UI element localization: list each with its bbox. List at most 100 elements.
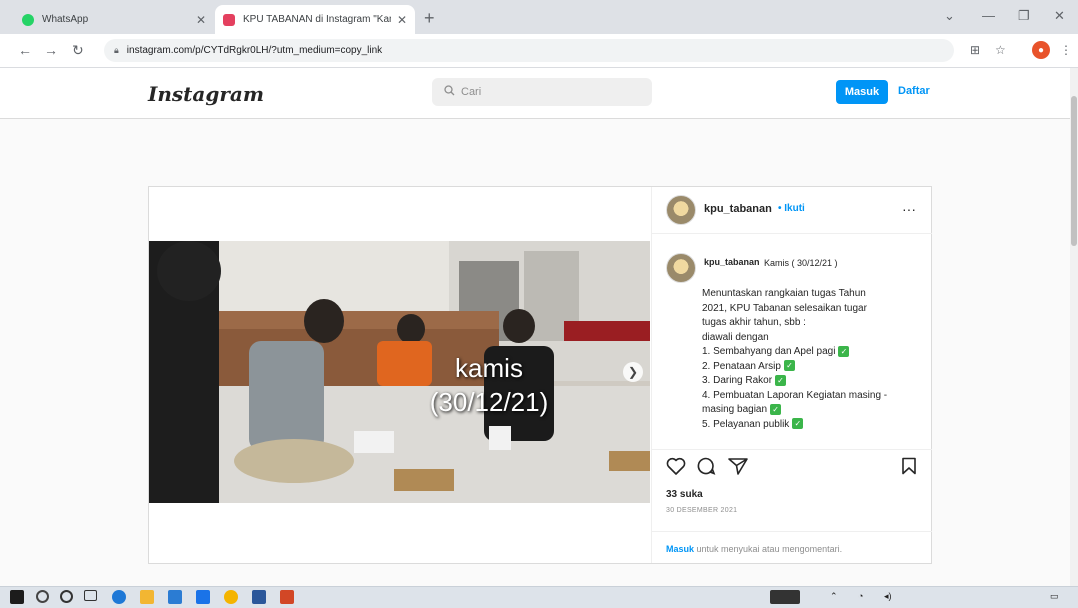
- post-header: kpu_tabanan • Ikuti ···: [652, 187, 932, 233]
- close-icon[interactable]: ✕: [196, 13, 206, 27]
- photo-overlay-text: kamis (30/12/21): [389, 351, 589, 419]
- lock-icon[interactable]: 🔒︎: [114, 45, 119, 56]
- chevron-right-icon: ❯: [627, 365, 639, 379]
- comment-icon[interactable]: [696, 457, 716, 480]
- caption-line: 1. Sembahyang dan Apel pagi ✓: [702, 345, 924, 360]
- caption-line: 2021, KPU Tabanan selesaikan tugar: [702, 302, 924, 317]
- check-icon: ✓: [838, 345, 850, 357]
- search-icon[interactable]: [36, 590, 49, 603]
- likes-count[interactable]: 33 suka: [666, 489, 703, 500]
- chrome-icon[interactable]: [224, 590, 238, 604]
- search-placeholder: Cari: [461, 86, 482, 98]
- caption-line-text: 2. Penataan Arsip: [702, 360, 781, 372]
- login-button[interactable]: Masuk: [836, 80, 888, 104]
- new-tab-button[interactable]: +: [424, 8, 435, 29]
- profile-avatar[interactable]: ●: [1032, 41, 1050, 59]
- cortana-icon[interactable]: [60, 590, 73, 603]
- windows-taskbar: ⌃ ◔ ◂) ▭: [0, 586, 1078, 608]
- tab-whatsapp[interactable]: WhatsApp ✕: [14, 5, 214, 34]
- network-icon[interactable]: ◔: [858, 591, 863, 601]
- folder-icon[interactable]: [140, 590, 154, 604]
- notification-icon[interactable]: ▭: [1050, 591, 1059, 602]
- caption-line-text: 4. Pembuatan Laporan Kegiatan masing -: [702, 389, 888, 401]
- search-icon: [444, 85, 455, 99]
- caption-line: diawali dengan: [702, 331, 924, 346]
- follow-button[interactable]: • Ikuti: [778, 203, 805, 214]
- tab-title: WhatsApp: [42, 14, 89, 25]
- check-icon: ✓: [775, 374, 787, 386]
- caption-line: 3. Daring Rakor ✓: [702, 374, 924, 389]
- bookmark-star-icon[interactable]: ☆: [995, 43, 1006, 57]
- windows-start-icon[interactable]: [10, 590, 24, 604]
- search-input[interactable]: Cari: [432, 78, 652, 106]
- overlay-day: kamis: [455, 353, 523, 383]
- instagram-favicon-icon: [223, 13, 235, 26]
- caption-username[interactable]: kpu_tabanan: [704, 257, 760, 267]
- post-photo[interactable]: kamis (30/12/21) ❯: [149, 241, 650, 503]
- instagram-logo[interactable]: Instagram: [148, 82, 264, 106]
- caption-line-text: 2021, KPU Tabanan selesaikan tugar: [702, 302, 867, 314]
- menu-icon[interactable]: ⋮: [1060, 43, 1072, 57]
- task-view-icon[interactable]: [84, 590, 97, 601]
- actions-divider: [652, 449, 932, 450]
- post-username[interactable]: kpu_tabanan: [704, 203, 772, 215]
- heart-icon[interactable]: [666, 457, 686, 480]
- check-icon: ✓: [770, 403, 782, 415]
- caption-line: 5. Pelayanan publik ✓: [702, 418, 924, 433]
- avatar[interactable]: [666, 253, 696, 283]
- tab-title: KPU TABANAN di Instagram "Kam: [243, 14, 391, 25]
- close-window-button[interactable]: ✕: [1054, 8, 1065, 24]
- caption-line: 2. Penataan Arsip ✓: [702, 360, 924, 375]
- login-link[interactable]: Masuk: [666, 544, 694, 554]
- maximize-button[interactable]: ❐: [1018, 8, 1030, 24]
- tab-instagram[interactable]: KPU TABANAN di Instagram "Kam ✕: [215, 5, 415, 34]
- bookmark-icon[interactable]: [900, 457, 918, 480]
- scrollbar-thumb[interactable]: [1071, 96, 1077, 246]
- overlay-date: (30/12/21): [429, 387, 549, 417]
- share-icon[interactable]: [728, 457, 748, 480]
- login-divider: [652, 531, 932, 532]
- caption-line-text: 1. Sembahyang dan Apel pagi: [702, 346, 836, 357]
- caption-line-text: 5. Pelayanan publik: [702, 418, 790, 430]
- login-note: Masuk untuk menyukai atau mengomentari.: [666, 544, 842, 554]
- caption-line-text: Menuntaskan rangkaian tugas Tahun: [702, 288, 866, 299]
- next-photo-button[interactable]: ❯: [623, 362, 643, 382]
- more-icon[interactable]: ···: [902, 201, 916, 217]
- chevron-up-icon[interactable]: ⌃: [830, 591, 838, 602]
- app-icon[interactable]: [196, 590, 210, 604]
- caption-line: Menuntaskan rangkaian tugas Tahun: [702, 287, 924, 302]
- chevron-down-icon[interactable]: ⌄: [944, 8, 955, 24]
- store-icon[interactable]: [168, 590, 182, 604]
- avatar[interactable]: [666, 195, 696, 225]
- battery-icon[interactable]: [770, 590, 800, 604]
- close-icon[interactable]: ✕: [397, 13, 407, 27]
- post-date: 30 DESEMBER 2021: [666, 507, 738, 514]
- post-sidebar: kpu_tabanan • Ikuti ··· kpu_tabanan Kami…: [651, 187, 932, 563]
- forward-icon[interactable]: →: [44, 42, 58, 58]
- caption-line-text: 3. Daring Rakor: [702, 375, 773, 386]
- address-bar-area: ← → ↻ 🔒︎ instagram.com/p/CYTdRgkr0LH/?ut…: [0, 34, 1078, 68]
- powerpoint-icon[interactable]: [280, 590, 294, 604]
- caption-line-text: diawali dengan: [702, 331, 769, 343]
- caption-line: 4. Pembuatan Laporan Kegiatan masing -: [702, 389, 924, 404]
- browser-tab-strip: WhatsApp ✕ KPU TABANAN di Instagram "Kam…: [0, 0, 1078, 34]
- word-icon[interactable]: [252, 590, 266, 604]
- caption-line-text: masing bagian: [702, 404, 768, 415]
- whatsapp-icon: [22, 13, 34, 26]
- edge-icon[interactable]: [112, 590, 126, 604]
- caption-header: Kamis ( 30/12/21 ): [764, 258, 838, 268]
- back-icon[interactable]: ←: [18, 42, 32, 58]
- minimize-button[interactable]: —: [982, 8, 995, 23]
- caption-line-text: tugas akhir tahun, sbb :: [702, 317, 806, 328]
- volume-icon[interactable]: ◂): [884, 591, 892, 602]
- post-caption: Menuntaskan rangkaian tugas Tahun 2021, …: [702, 287, 924, 432]
- signup-link[interactable]: Daftar: [898, 85, 930, 97]
- instagram-header: Instagram Cari Masuk Daftar: [0, 68, 1070, 119]
- check-icon: ✓: [792, 418, 804, 430]
- reload-icon[interactable]: ↻: [72, 42, 84, 59]
- url-input[interactable]: 🔒︎ instagram.com/p/CYTdRgkr0LH/?utm_medi…: [104, 39, 954, 62]
- extensions-icon[interactable]: ⊞: [970, 43, 980, 57]
- caption-line: tugas akhir tahun, sbb :: [702, 316, 924, 331]
- url-text: instagram.com/p/CYTdRgkr0LH/?utm_medium=…: [126, 45, 383, 56]
- check-icon: ✓: [783, 360, 795, 372]
